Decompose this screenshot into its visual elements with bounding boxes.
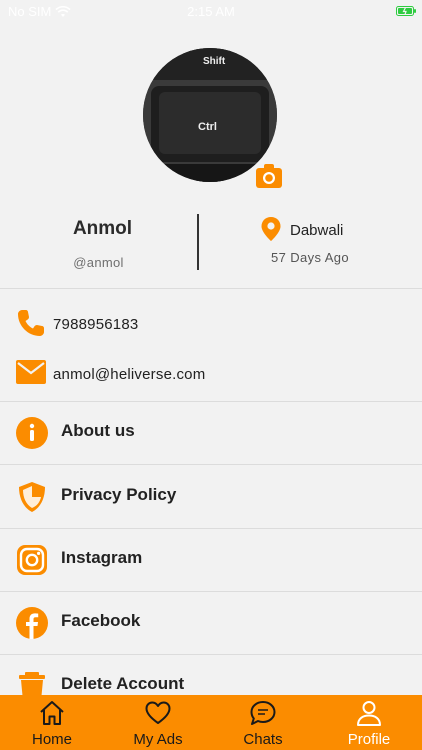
tab-my-ads-label: My Ads [133,731,183,748]
status-bar: No SIM 2:15 AM [0,0,422,24]
phone-icon [18,310,44,336]
email-address: anmol@heliverse.com [53,366,206,383]
info-icon [16,417,48,449]
avatar-image: Shift Ctrl [143,48,277,182]
heart-icon [145,701,171,724]
contact-phone-row[interactable]: 7988956183 [0,304,422,344]
status-time: 2:15 AM [187,4,235,19]
tab-profile-label: Profile [347,731,391,748]
facebook-icon [16,607,48,639]
camera-icon[interactable] [256,164,282,188]
mail-icon [16,360,46,384]
menu-label-instagram: Instagram [61,548,143,567]
menu-label-about-us: About us [61,421,135,440]
battery-icon [396,6,416,16]
section-divider [0,288,422,289]
tab-home-label: Home [31,731,72,748]
member-since: 57 Days Ago [270,250,350,265]
menu-item-privacy-policy[interactable]: Privacy Policy [0,465,422,528]
tab-profile[interactable]: Profile [324,695,414,750]
tab-home[interactable]: Home [7,695,97,750]
menu-item-about-us[interactable]: About us [0,401,422,464]
menu-label-delete-account: Delete Account [61,674,185,693]
menu-item-instagram[interactable]: Instagram [0,528,422,591]
avatar[interactable]: Shift Ctrl [143,48,277,182]
profile-name: Anmol [72,218,133,239]
bottom-tab-bar: Home My Ads Chats Profile [0,695,422,750]
contact-email-row[interactable]: anmol@heliverse.com [0,354,422,394]
tab-my-ads[interactable]: My Ads [113,695,203,750]
home-icon [40,701,64,725]
profile-info-row: Anmol @anmol Dabwali 57 Days Ago [0,210,422,276]
menu-label-privacy-policy: Privacy Policy [61,485,177,504]
avatar-key-ctrl: Ctrl [198,121,217,133]
avatar-key-shift: Shift [203,56,226,67]
chat-icon [250,701,276,725]
shield-icon [19,482,45,512]
instagram-icon [17,545,47,575]
phone-number: 7988956183 [53,316,139,333]
menu-label-facebook: Facebook [61,611,141,630]
menu-item-facebook[interactable]: Facebook [0,591,422,654]
tab-chats-label: Chats [243,731,283,748]
location-pin-icon [261,217,281,241]
tab-chats[interactable]: Chats [218,695,308,750]
profile-username: @anmol [73,255,124,270]
person-icon [357,701,381,726]
profile-location: Dabwali [290,222,344,239]
